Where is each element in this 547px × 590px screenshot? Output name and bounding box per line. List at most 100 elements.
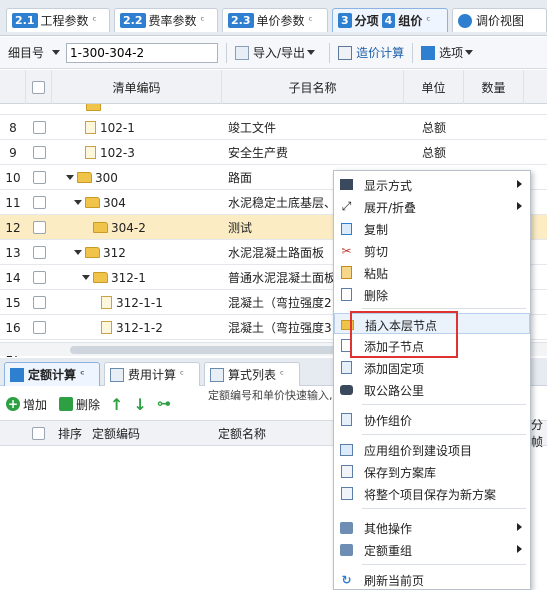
menu-item-save-project-as-scheme[interactable]: 将整个项目保存为新方案 [334,483,530,504]
unit-column-header[interactable]: 单位 [404,70,464,104]
quota-select-all-checkbox[interactable] [32,426,45,440]
folder-icon [93,272,108,283]
menu-item-refresh-page[interactable]: ↻ 刷新当前页 [334,569,530,590]
code-cell[interactable]: 304-2 [82,215,222,240]
row-checkbox-cell[interactable] [26,315,52,340]
menu-item-cooperative-pricing[interactable]: 协作组价 [334,409,530,430]
collapse-toggle-icon[interactable] [74,250,82,255]
tab-items-pricing[interactable]: 3 分项 4 组价 ᶜ [332,8,448,32]
row-checkbox[interactable] [32,146,46,159]
options-button[interactable]: 选项 [421,44,479,61]
add-button[interactable]: + 增加 [6,396,47,413]
collapse-toggle-icon[interactable] [74,200,82,205]
refresh-icon[interactable]: ᶜ [309,14,313,27]
select-all-checkbox[interactable] [32,80,45,94]
code-cell[interactable]: 312 [74,240,222,265]
item-name[interactable]: 竣工文件 [228,115,404,140]
refresh-icon[interactable]: ᶜ [426,14,430,27]
row-checkbox-cell[interactable] [26,290,52,315]
tab-quota-calc[interactable]: 定额计算 ᶜ [4,362,100,386]
item-name[interactable]: 安全生产费 [228,140,404,165]
tab-formula-list[interactable]: 算式列表 ᶜ [204,362,300,386]
row-checkbox[interactable] [32,171,46,184]
code-cell[interactable]: 300 [66,165,222,190]
menu-item-save-to-library[interactable]: 保存到方案库 [334,461,530,482]
code-cell[interactable]: 304 [74,190,222,215]
code-cell[interactable]: 312-1-1 [90,290,222,315]
menu-item-expand-collapse[interactable]: ⤢ 展开/折叠 [334,196,530,217]
main-toolbar: 细目号 导入/导出 造价计算 选项 [0,37,547,69]
code-column-header[interactable]: 清单编码 [52,70,222,104]
menu-item-apply-to-project[interactable]: 应用组价到建设项目 [334,439,530,460]
detail-dropdown-icon[interactable] [52,50,61,55]
item-unit[interactable]: 总额 [404,115,464,140]
import-export-button[interactable]: 导入/导出 [235,44,321,61]
menu-item-delete[interactable]: 删除 [334,284,530,305]
row-checkbox-cell[interactable] [26,190,52,215]
menu-separator [362,404,526,405]
collapse-toggle-icon[interactable] [82,275,90,280]
row-checkbox[interactable] [32,121,46,134]
table-row[interactable]: 9 102-3 安全生产费 总额 [0,140,547,165]
menu-item-copy[interactable]: 复制 [334,218,530,239]
tab-unit-price-params[interactable]: 2.3 单价参数 ᶜ [222,8,328,32]
tab-price-adjust-view[interactable]: 调价视图 [452,8,547,32]
quota-select-all[interactable] [32,421,45,445]
menu-item-quota-regroup[interactable]: 定额重组 [334,539,530,560]
row-checkbox-cell[interactable] [26,140,52,165]
menu-item-road-km[interactable]: 取公路公里 [334,379,530,400]
refresh-icon[interactable]: ᶜ [280,368,284,381]
tab-project-params[interactable]: 2.1 工程参数 ᶜ [6,8,110,32]
item-unit[interactable]: 总额 [404,140,464,165]
tab-fee-calc[interactable]: 费用计算 ᶜ [104,362,200,386]
move-up-icon[interactable]: ↑ [110,395,123,414]
row-checkbox-cell[interactable] [26,115,52,140]
row-checkbox[interactable] [32,296,46,309]
quota-code-column-header[interactable]: 定额编码 [92,421,140,445]
delete-button[interactable]: 删除 [59,396,100,413]
refresh-icon[interactable]: ᶜ [80,368,85,381]
refresh-icon[interactable]: ᶜ [180,368,184,381]
row-checkbox-cell[interactable] [26,215,52,240]
menu-item-add-fixed-item[interactable]: 添加固定项 [334,357,530,378]
quota-name-column-header[interactable]: 定额名称 [218,421,266,445]
row-checkbox-cell[interactable] [26,165,52,190]
code-cell[interactable]: 312-1 [82,265,222,290]
qty-column-header[interactable]: 数量 [464,70,524,104]
menu-item-other-operations[interactable]: 其他操作 [334,517,530,538]
move-down-icon[interactable]: ↓ [133,395,146,414]
item-code: 304-2 [111,220,146,235]
menu-item-cut[interactable]: ✂ 剪切 [334,240,530,261]
row-checkbox-cell[interactable] [26,265,52,290]
refresh-icon[interactable]: ᶜ [201,14,205,27]
menu-item-label: 添加固定项 [364,362,425,376]
menu-item-display-mode[interactable]: 显示方式 [334,174,530,195]
refresh-icon[interactable]: ᶜ [93,14,97,27]
row-checkbox-cell[interactable] [26,240,52,265]
table-row[interactable]: 8 102-1 竣工文件 总额 [0,115,547,140]
menu-item-label: 刷新当前页 [364,574,425,588]
select-all-header[interactable] [26,70,52,104]
detail-number-input[interactable] [66,42,219,63]
row-checkbox[interactable] [32,196,46,209]
sort-column-header[interactable]: 排序 [58,421,82,445]
row-checkbox[interactable] [32,271,46,284]
row-checkbox[interactable] [32,246,46,259]
row-checkbox[interactable] [32,321,46,334]
menu-item-label: 保存到方案库 [364,466,437,480]
collapse-toggle-icon[interactable] [66,175,74,180]
scrollbar-thumb[interactable] [70,346,360,354]
code-cell[interactable]: 102-3 [74,140,222,165]
tab-rate-params[interactable]: 2.2 费率参数 ᶜ [114,8,218,32]
name-column-header[interactable]: 子目名称 [222,70,404,104]
code-cell[interactable]: 312-1-2 [90,315,222,340]
toolbar-divider [226,42,228,63]
cost-calc-button[interactable]: 造价计算 [338,44,404,61]
code-cell[interactable]: 102-1 [74,115,222,140]
row-checkbox[interactable] [32,221,46,234]
partial-column-header[interactable]: 分帧 [531,418,547,449]
tree-structure-icon[interactable]: ⊶ [157,396,171,412]
menu-item-paste[interactable]: 粘贴 [334,262,530,283]
document-icon [85,146,96,159]
delete-icon [339,287,354,302]
